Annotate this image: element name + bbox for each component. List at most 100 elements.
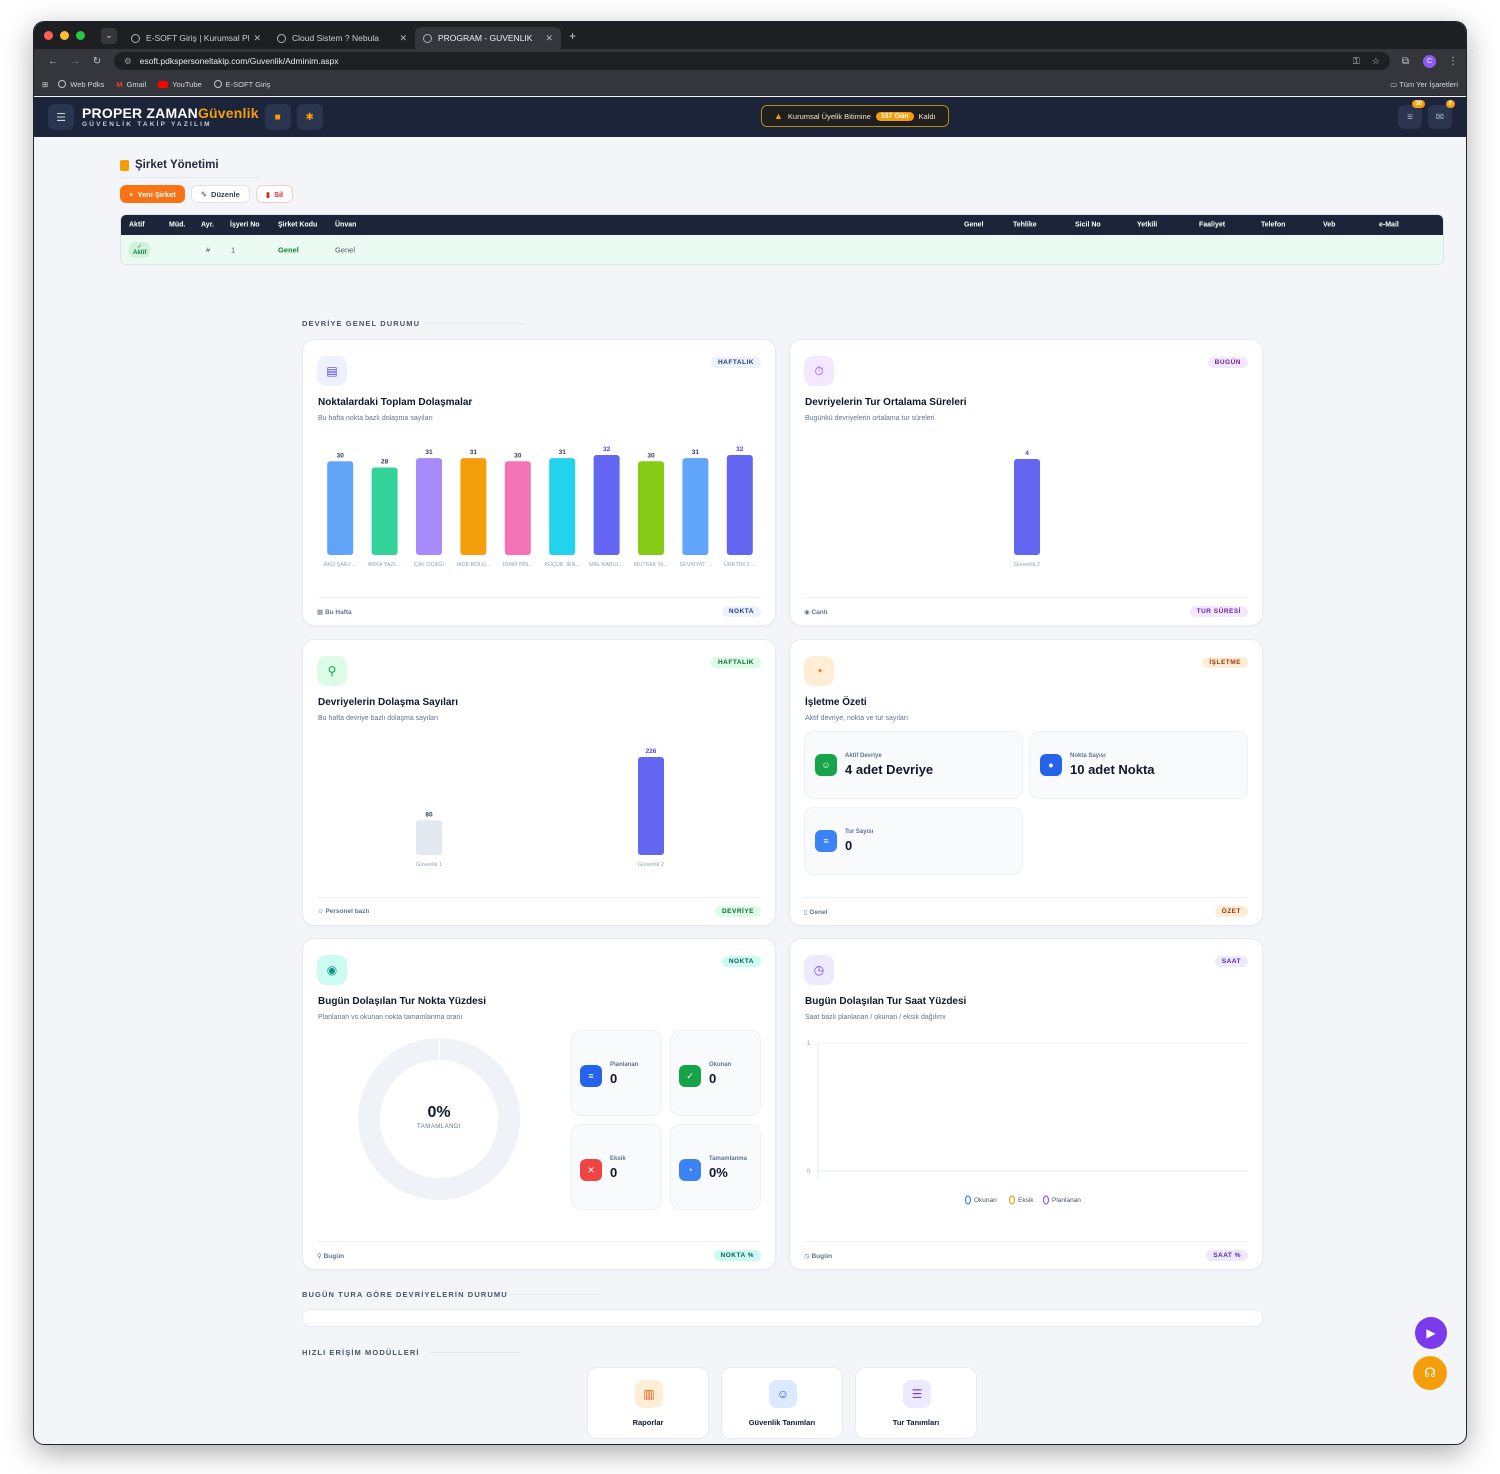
column-header[interactable]: Aktif bbox=[129, 222, 145, 229]
bookmark-esoft[interactable]: E-SOFT Giriş bbox=[213, 80, 271, 89]
brand-accent: Güvenlik bbox=[197, 104, 259, 121]
brand-main: PROPER ZAMAN bbox=[82, 104, 198, 121]
card-footer: ▦ Bu Hafta NOKTA bbox=[317, 597, 761, 625]
site-info-icon[interactable]: ⚙ bbox=[124, 56, 132, 67]
gauge-icon: ◔ bbox=[679, 1159, 701, 1181]
tick-label: ÜRETİM 5 ... bbox=[724, 561, 756, 568]
company-table: Aktif Müd. Ayr. İşyeri No Şirket Kodu Ün… bbox=[120, 214, 1444, 265]
bar bbox=[416, 820, 442, 855]
camera-icon[interactable]: ■ bbox=[264, 104, 291, 130]
tick-label: AKÜ ŞARJ ... bbox=[324, 561, 357, 568]
stat-value: 0 bbox=[610, 1071, 618, 1086]
forward-icon[interactable]: → bbox=[64, 56, 86, 67]
close-tab-icon[interactable]: ✕ bbox=[399, 33, 407, 44]
column-header[interactable]: İşyeri No bbox=[230, 222, 260, 229]
legend-label: Eksik bbox=[1018, 1197, 1034, 1204]
menu-dots-icon[interactable]: ⋮ bbox=[1448, 56, 1458, 67]
column-header[interactable]: Müd. bbox=[169, 222, 185, 229]
profile-avatar[interactable]: C bbox=[1423, 54, 1436, 68]
mail-icon[interactable]: ✉ 0 bbox=[1428, 100, 1455, 129]
edit-button[interactable]: ✎ Düzenle bbox=[190, 185, 250, 203]
divider bbox=[422, 323, 522, 324]
map-pin-icon: ● bbox=[1040, 754, 1062, 776]
browser-tab[interactable]: E-SOFT Giriş | Kurumsal Platf... ✕ bbox=[123, 27, 269, 49]
tab-search-icon[interactable]: ⌄ bbox=[101, 27, 117, 44]
membership-alert: ▲ Kurumsal Üyelik Bitimine 167 Gün Kaldı bbox=[761, 105, 949, 127]
bar bbox=[416, 458, 442, 555]
alert-days-badge: 167 Gün bbox=[875, 111, 914, 121]
column-header[interactable]: Ünvan bbox=[335, 222, 356, 229]
footer-label: Canlı bbox=[811, 608, 828, 616]
tick-label: ÇAY OCAĞI bbox=[414, 561, 445, 568]
edit-icon: ✎ bbox=[200, 189, 208, 199]
plus-icon: + bbox=[129, 189, 134, 199]
key-icon[interactable]: ⚿ bbox=[1353, 56, 1360, 67]
gmail-icon: M bbox=[116, 79, 123, 89]
table-cell: Genel bbox=[278, 245, 299, 254]
delete-button[interactable]: ▮ Sil bbox=[255, 185, 294, 203]
column-header[interactable]: Veb bbox=[1323, 222, 1335, 229]
table-header: Aktif Müd. Ayr. İşyeri No Şirket Kodu Ün… bbox=[121, 215, 1443, 235]
new-company-button[interactable]: + Yeni Şirket bbox=[120, 185, 185, 203]
list-icon: ≡ bbox=[580, 1065, 602, 1087]
alert-suffix: Kaldı bbox=[918, 111, 936, 121]
column-header[interactable]: Sicil No bbox=[1075, 222, 1101, 229]
minimize-window-button[interactable] bbox=[60, 31, 69, 40]
bookmark-web-pdks[interactable]: Web Pdks bbox=[58, 80, 104, 89]
stat-value: 10 adet Nokta bbox=[1070, 762, 1155, 777]
divider bbox=[510, 1294, 600, 1295]
apps-icon[interactable]: ⊞ bbox=[42, 80, 48, 89]
tick-label: İDARİ BİN... bbox=[503, 561, 533, 568]
bookmark-label: YouTube bbox=[172, 79, 202, 89]
brand-logo[interactable]: PROPER ZAMANGüvenlik GÜVENLİK TAKİP YAZI… bbox=[82, 106, 259, 129]
trash-icon: ▮ bbox=[265, 189, 270, 199]
play-button[interactable]: ▶ bbox=[1415, 1317, 1447, 1349]
stat-value: 0 bbox=[709, 1071, 717, 1086]
card-avg-tour-duration: ⏱ BUGÜN Devriyelerin Tur Ortalama Sürele… bbox=[789, 339, 1263, 626]
main-content: Şirket Yönetimi + Yeni Şirket ✎ Düzenle ▮ S… bbox=[70, 137, 1444, 1444]
close-window-button[interactable] bbox=[44, 31, 53, 40]
stat-label: Tur Sayısı bbox=[845, 829, 874, 835]
star-icon[interactable]: ☆ bbox=[1372, 56, 1380, 67]
reload-icon[interactable]: ↻ bbox=[86, 56, 108, 67]
support-headset-icon[interactable]: ☊ bbox=[1413, 1356, 1447, 1390]
bookmark-youtube[interactable]: YouTube bbox=[158, 79, 202, 89]
all-bookmarks[interactable]: ▭ Tüm Yer İşaretleri bbox=[1390, 80, 1458, 89]
footer-label: Personel bazlı bbox=[325, 908, 370, 915]
data-label: 80 bbox=[425, 811, 433, 818]
tab-title: Cloud Sistem ? Nebula bbox=[292, 33, 379, 43]
zoom-window-button[interactable] bbox=[76, 31, 85, 40]
column-header[interactable]: Genel bbox=[964, 222, 983, 229]
list-icon: ≡ bbox=[815, 830, 837, 852]
stat-label: Okunan bbox=[709, 1062, 732, 1068]
browser-tab[interactable]: Cloud Sistem ? Nebula ✕ bbox=[269, 27, 415, 49]
url-field[interactable]: ⚙ esoft.pdkspersoneltakip.com/Guvenlik/A… bbox=[114, 52, 1390, 70]
column-header[interactable]: Yetkili bbox=[1137, 222, 1157, 229]
close-tab-icon[interactable]: ✕ bbox=[253, 33, 261, 44]
column-header[interactable]: Faaliyet bbox=[1199, 222, 1225, 229]
tick-label: 0 bbox=[807, 1169, 811, 1175]
back-icon[interactable]: ← bbox=[42, 56, 64, 67]
button-label: Yeni Şirket bbox=[137, 189, 176, 199]
database-icon[interactable]: ≡ 30 bbox=[1398, 100, 1425, 129]
module-reports[interactable]: ▥ Raporlar bbox=[587, 1367, 709, 1439]
data-label: 30 bbox=[337, 452, 345, 459]
module-tour-definitions[interactable]: ☰ Tur Tanımları bbox=[855, 1367, 977, 1439]
stat-value: 4 adet Devriye bbox=[845, 762, 934, 777]
module-security-definitions[interactable]: ☺ Güvenlik Tanımları bbox=[721, 1367, 843, 1439]
table-row[interactable]: ✓ Aktif # 1 Genel Genel bbox=[121, 235, 1443, 264]
card-business-summary: ◔ İŞLETME İşletme Özeti Aktif devriye, n… bbox=[789, 639, 1263, 926]
column-header[interactable]: Tehlike bbox=[1013, 222, 1037, 229]
hamburger-menu-icon[interactable]: ☰ bbox=[48, 104, 74, 130]
settings-gear-icon[interactable]: ✱ bbox=[296, 104, 323, 130]
column-header[interactable]: Telefon bbox=[1261, 222, 1285, 229]
browser-tab-active[interactable]: PROGRAM - GUVENLIK ✕ bbox=[415, 27, 561, 49]
column-header[interactable]: Ayr. bbox=[201, 222, 214, 229]
close-tab-icon[interactable]: ✕ bbox=[545, 33, 553, 44]
new-tab-icon[interactable]: + bbox=[569, 29, 576, 43]
bookmark-gmail[interactable]: M Gmail bbox=[116, 80, 146, 89]
warning-icon: ▲ bbox=[774, 111, 783, 121]
column-header[interactable]: Şirket Kodu bbox=[278, 222, 317, 229]
column-header[interactable]: e-Mail bbox=[1379, 222, 1399, 229]
extensions-icon[interactable]: ⧉ bbox=[1402, 56, 1409, 67]
